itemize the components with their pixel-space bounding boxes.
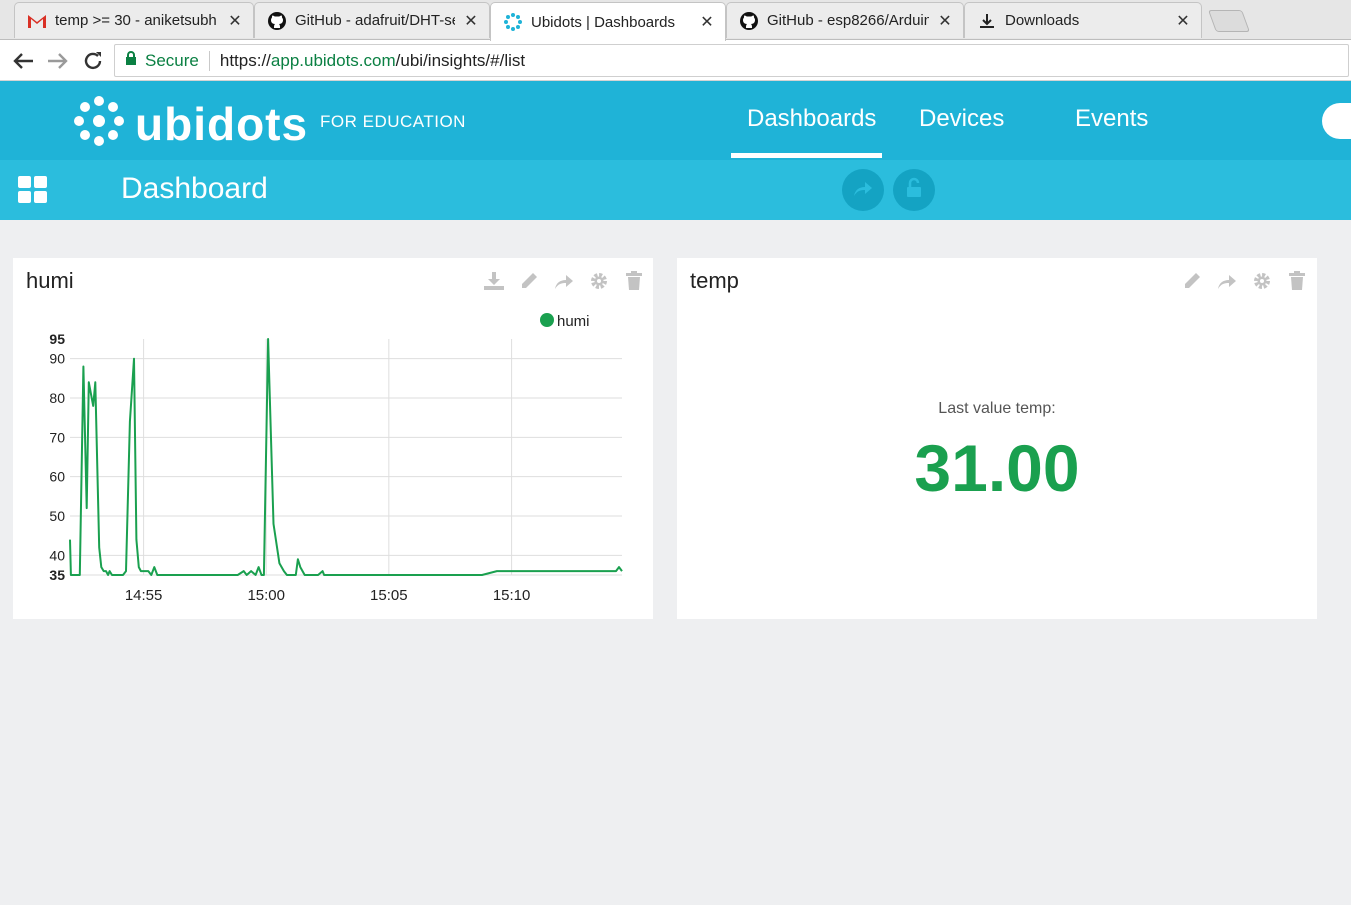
- x-tick-label: 15:10: [493, 587, 531, 604]
- browser-tab-downloads[interactable]: Downloads ✕: [964, 2, 1202, 38]
- forward-arrow-icon[interactable]: [45, 48, 71, 74]
- x-tick-label: 15:05: [370, 587, 408, 604]
- gear-icon[interactable]: [1251, 270, 1273, 292]
- x-axis-ticks: 14:55 15:00 15:05 15:10: [125, 587, 531, 604]
- back-arrow-icon[interactable]: [10, 48, 36, 74]
- share-icon[interactable]: [1216, 270, 1238, 292]
- edit-pencil-icon[interactable]: [1181, 270, 1203, 292]
- ubidots-dots-icon: [73, 95, 125, 152]
- y-tick-label: 35: [49, 567, 65, 583]
- share-icon: [852, 178, 874, 203]
- y-tick-label: 60: [49, 469, 65, 485]
- y-tick-label: 95: [49, 331, 65, 347]
- close-icon[interactable]: ✕: [227, 11, 243, 31]
- close-icon[interactable]: ✕: [937, 11, 953, 31]
- y-axis-ticks: 35 40 50 60 70 80 90 95: [49, 331, 65, 583]
- temp-value-widget: temp Last value temp: 31.00: [677, 258, 1317, 619]
- y-tick-label: 40: [49, 547, 65, 563]
- browser-tab-strip: temp >= 30 - aniketsubh ✕ GitHub - adafr…: [0, 0, 1351, 41]
- widget-title: temp: [690, 268, 739, 293]
- lock-dashboard-button[interactable]: [893, 169, 935, 211]
- x-tick-label: 15:00: [247, 587, 285, 604]
- legend-swatch: [540, 313, 554, 327]
- browser-tab-github-esp[interactable]: GitHub - esp8266/Arduin ✕: [726, 2, 964, 38]
- download-icon: [977, 11, 997, 31]
- nav-devices[interactable]: Devices: [919, 105, 1004, 133]
- last-value: 31.00: [914, 431, 1080, 505]
- active-nav-indicator: [731, 153, 882, 158]
- legend-label: humi: [557, 313, 590, 330]
- github-icon: [267, 11, 287, 31]
- close-icon[interactable]: ✕: [1175, 11, 1191, 31]
- widget-toolbar: [1181, 270, 1308, 292]
- humi-line-chart: 35 40 50 60 70 80 90 95 14:55 15:00 15:05 15:10 hu…: [49, 313, 623, 604]
- secure-indicator[interactable]: Secure: [125, 51, 199, 71]
- x-tick-label: 14:55: [125, 587, 163, 604]
- github-icon: [739, 11, 759, 31]
- y-tick-label: 90: [49, 351, 65, 367]
- series-line-humi: [69, 338, 623, 576]
- close-icon[interactable]: ✕: [699, 12, 715, 32]
- chart-grid: [70, 339, 622, 576]
- y-tick-label: 50: [49, 508, 65, 524]
- app-header: ubidots FOR EDUCATION Dashboards Devices…: [0, 81, 1351, 160]
- lock-icon: [125, 50, 137, 71]
- ubidots-logo[interactable]: ubidots: [73, 95, 308, 152]
- page-title: Dashboard: [121, 172, 268, 205]
- user-menu-button[interactable]: [1322, 103, 1351, 139]
- new-tab-button[interactable]: [1207, 10, 1251, 32]
- dashboard-grid-icon[interactable]: [18, 176, 48, 204]
- humi-chart-widget: humi 35 40 50 60 70 80 90 95 14:55 15:00 15:05 15:…: [13, 258, 653, 619]
- y-tick-label: 70: [49, 429, 65, 445]
- browser-tab-gmail[interactable]: temp >= 30 - aniketsubh ✕: [14, 2, 254, 38]
- trash-icon[interactable]: [1286, 270, 1308, 292]
- reload-icon[interactable]: [80, 48, 106, 74]
- nav-events[interactable]: Events: [1075, 105, 1148, 133]
- unlock-icon: [905, 177, 923, 204]
- share-dashboard-button[interactable]: [842, 169, 884, 211]
- url-input[interactable]: Secure https://app.ubidots.com/ubi/insig…: [114, 44, 1349, 77]
- edition-label: FOR EDUCATION: [320, 112, 466, 131]
- browser-tab-github-dht[interactable]: GitHub - adafruit/DHT-se ✕: [254, 2, 490, 38]
- last-value-label: Last value temp:: [938, 400, 1056, 417]
- browser-tab-ubidots[interactable]: Ubidots | Dashboards ✕: [490, 2, 726, 41]
- url-text: https://app.ubidots.com/ubi/insights/#/l…: [219, 50, 526, 70]
- address-bar: Secure https://app.ubidots.com/ubi/insig…: [0, 40, 1351, 81]
- ubidots-icon: [503, 12, 523, 32]
- close-icon[interactable]: ✕: [463, 11, 479, 31]
- gmail-icon: [27, 11, 47, 31]
- chart-legend[interactable]: humi: [540, 313, 590, 330]
- divider: [208, 50, 210, 71]
- dashboard-toolbar: Dashboard: [0, 160, 1351, 220]
- y-tick-label: 80: [49, 390, 65, 406]
- nav-dashboards[interactable]: Dashboards: [747, 105, 876, 133]
- series-layer: [69, 338, 623, 576]
